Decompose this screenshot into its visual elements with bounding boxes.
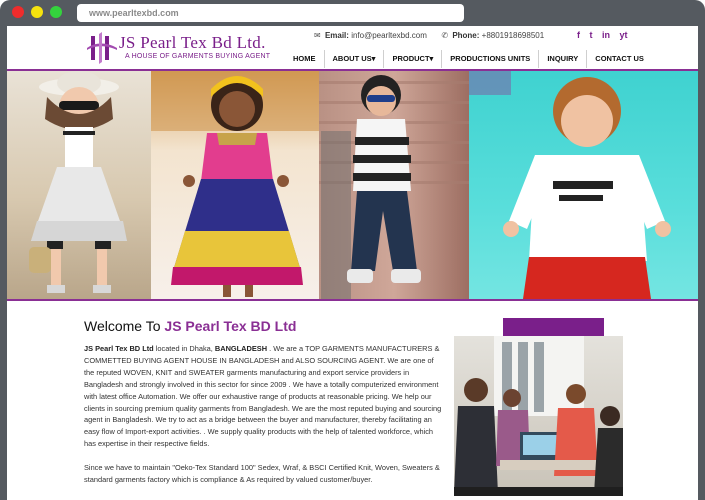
welcome-prefix: Welcome To: [84, 318, 165, 334]
nav-inquiry[interactable]: INQUIRY: [538, 50, 586, 68]
banner-divider: [7, 299, 698, 301]
nav-product[interactable]: PRODUCT▾: [383, 50, 441, 68]
phone-icon: ✆: [441, 31, 449, 40]
browser-window: www.pearltexbd.com JS Pearl Tex Bd Ltd. …: [0, 0, 705, 500]
logo-name: JS Pearl Tex Bd Ltd.: [119, 33, 266, 52]
window-border-right: [698, 26, 705, 500]
twitter-icon[interactable]: t: [590, 30, 593, 40]
boy-striped-shirt-illustration: [319, 75, 469, 299]
window-border-left: [0, 26, 7, 500]
website-viewport: JS Pearl Tex Bd Ltd. A HOUSE OF GARMENTS…: [7, 26, 698, 500]
nav-product-label: PRODUCT: [392, 54, 430, 63]
office-team-photo: [454, 336, 623, 494]
linkedin-icon[interactable]: in: [602, 30, 610, 40]
nav-contact-us[interactable]: CONTACT US: [586, 50, 652, 68]
chevron-down-icon: ▾: [371, 54, 376, 63]
address-bar[interactable]: www.pearltexbd.com: [77, 4, 464, 22]
minimize-window-button[interactable]: [31, 6, 43, 18]
girl-white-dress-illustration: [29, 71, 127, 293]
contact-info: ✉ Email: info@pearltexbd.com ✆ Phone: +8…: [314, 31, 544, 40]
phone-link[interactable]: +8801918698501: [482, 31, 545, 40]
email-link[interactable]: info@pearltexbd.com: [351, 31, 427, 40]
about-text-body: . We are a TOP GARMENTS MANUFACTURERS & …: [84, 344, 442, 449]
logo-mark-icon: [87, 32, 117, 64]
about-country: BANGLADESH: [214, 344, 268, 353]
welcome-heading: Welcome To JS Pearl Tex BD Ltd: [84, 318, 296, 334]
sidebar-accent-bar: [503, 318, 604, 336]
nav-productions-units[interactable]: PRODUCTIONS UNITS: [441, 50, 538, 68]
banner-photo-boy-striped-shirt: [319, 71, 469, 299]
nav-about-us-label: ABOUT US: [332, 54, 372, 63]
browser-titlebar: www.pearltexbd.com: [0, 0, 705, 26]
about-company-name: JS Pearl Tex BD Ltd: [84, 344, 154, 353]
nav-home[interactable]: HOME: [285, 50, 324, 68]
girl-ethnic-dress-illustration: [151, 71, 319, 297]
site-logo[interactable]: JS Pearl Tex Bd Ltd. A HOUSE OF GARMENTS…: [85, 30, 285, 66]
about-paragraph: JS Pearl Tex BD Ltd located in Dhaka, BA…: [84, 343, 444, 450]
maximize-window-button[interactable]: [50, 6, 62, 18]
phone-label: Phone:: [452, 31, 480, 40]
facebook-icon[interactable]: f: [577, 30, 580, 40]
boy-red-shorts-illustration: [469, 71, 671, 299]
youtube-icon[interactable]: yt: [620, 30, 628, 40]
chevron-down-icon: ▾: [429, 54, 434, 63]
nav-about-us[interactable]: ABOUT US▾: [323, 50, 384, 68]
photo-caption-strip: [454, 487, 623, 496]
certification-paragraph: Since we have to maintain "Oeko-Tex Stan…: [84, 463, 440, 484]
banner-photo-girl-ethnic-dress: [151, 71, 319, 299]
close-window-button[interactable]: [12, 6, 24, 18]
envelope-icon: ✉: [314, 31, 321, 40]
main-nav: HOME ABOUT US▾ PRODUCT▾ PRODUCTIONS UNIT…: [285, 50, 652, 68]
banner-photo-girl-sunglasses: [7, 71, 151, 299]
email-label: Email:: [324, 31, 349, 40]
welcome-brand: JS Pearl Tex BD Ltd: [164, 318, 297, 334]
office-team-illustration: [454, 336, 623, 494]
hero-banner[interactable]: [7, 71, 698, 299]
about-text-location: located in Dhaka,: [153, 344, 215, 353]
logo-tagline: A HOUSE OF GARMENTS BUYING AGENT: [125, 53, 271, 60]
social-links: f t in yt: [577, 30, 635, 40]
banner-photo-boy-red-shorts: [469, 71, 698, 299]
